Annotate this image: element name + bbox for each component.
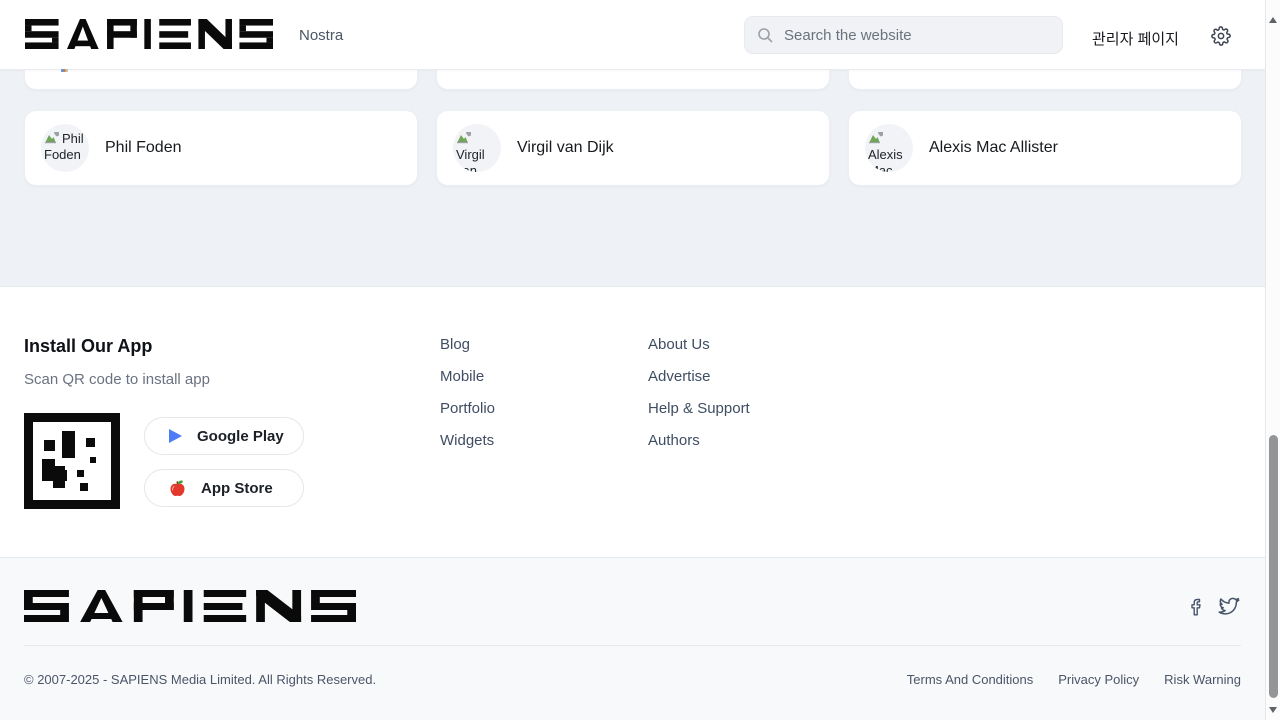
footer-link-help-support[interactable]: Help & Support [648, 400, 750, 417]
broken-image-icon [456, 131, 472, 144]
footer-link-about-us[interactable]: About Us [648, 336, 710, 353]
google-play-button[interactable]: Google Play [144, 417, 304, 455]
site-logo[interactable]: SAPIENS [25, 19, 273, 54]
qr-code [24, 413, 120, 509]
footer-link-advertise[interactable]: Advertise [648, 368, 711, 385]
bottom-bar-background [0, 557, 1265, 720]
player-card[interactable]: Alexis Mac Allister Alexis Mac Allister [848, 110, 1242, 186]
scrollbar[interactable] [1265, 0, 1280, 720]
avatar-alt-text: Virgil van Dijk [456, 147, 485, 172]
apple-icon [169, 479, 186, 497]
player-name: Virgil van Dijk [517, 139, 614, 157]
footer-link-authors[interactable]: Authors [648, 432, 700, 449]
risk-link[interactable]: Risk Warning [1164, 672, 1241, 687]
player-name: Phil Foden [105, 139, 182, 157]
avatar: Virgil van Dijk [453, 124, 501, 172]
legal-links: Terms And Conditions Privacy Policy Risk… [907, 672, 1241, 687]
footer-logo[interactable]: SAPIENS [24, 590, 356, 627]
privacy-link[interactable]: Privacy Policy [1058, 672, 1139, 687]
player-card[interactable]: Virgil van Dijk Virgil van Dijk [436, 110, 830, 186]
scroll-down-arrow-icon[interactable] [1269, 707, 1277, 713]
twitter-icon[interactable] [1218, 597, 1240, 622]
broken-image-icon [868, 131, 884, 144]
gear-icon[interactable] [1211, 26, 1231, 46]
footer-link-widgets[interactable]: Widgets [440, 432, 494, 449]
footer-link-mobile[interactable]: Mobile [440, 368, 484, 385]
avatar: Phil Foden [41, 124, 89, 172]
search-box[interactable] [744, 16, 1063, 54]
scrollbar-thumb[interactable] [1269, 435, 1278, 698]
page: Phil Foden Phil Foden Virgil van Dijk Vi… [0, 0, 1280, 720]
scroll-up-arrow-icon[interactable] [1269, 17, 1277, 23]
install-app-heading: Install Our App [24, 336, 152, 357]
search-icon [757, 27, 773, 43]
play-icon [169, 429, 182, 443]
app-store-button[interactable]: App Store [144, 469, 304, 507]
google-play-label: Google Play [197, 428, 284, 445]
copyright-text: © 2007-2025 - SAPIENS Media Limited. All… [24, 672, 376, 687]
install-app-subtext: Scan QR code to install app [24, 371, 210, 388]
avatar: Alexis Mac Allister [865, 124, 913, 172]
footer-link-portfolio[interactable]: Portfolio [440, 400, 495, 417]
nav-link-nostra[interactable]: Nostra [299, 27, 343, 44]
bottom-divider [24, 645, 1241, 646]
facebook-icon[interactable] [1187, 597, 1205, 622]
clipped-broken-image-icon [61, 69, 68, 72]
broken-image-icon [44, 131, 60, 144]
terms-link[interactable]: Terms And Conditions [907, 672, 1033, 687]
app-store-label: App Store [201, 480, 273, 497]
avatar-alt-text: Alexis Mac Allister [868, 147, 907, 172]
site-header: SAPIENS Nostra 관리자 페이지 [0, 0, 1265, 70]
search-input[interactable] [782, 26, 1050, 45]
admin-page-link[interactable]: 관리자 페이지 [1092, 28, 1179, 49]
footer-link-blog[interactable]: Blog [440, 336, 470, 353]
player-card[interactable]: Phil Foden Phil Foden [24, 110, 418, 186]
player-name: Alexis Mac Allister [929, 139, 1058, 157]
